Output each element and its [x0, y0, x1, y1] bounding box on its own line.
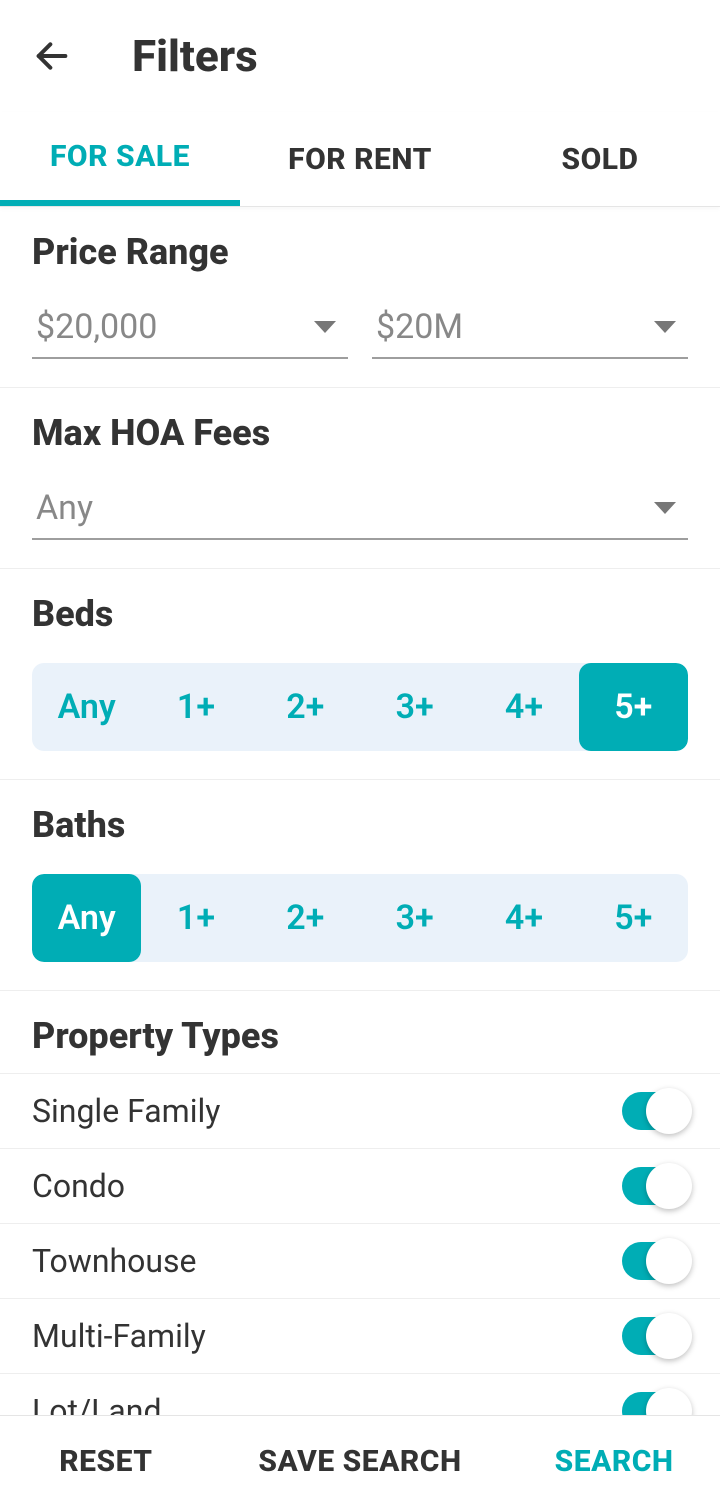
beds-label: Beds	[32, 593, 688, 635]
status-tabs: FOR SALEFOR RENTSOLD	[0, 112, 720, 207]
tab-for-rent[interactable]: FOR RENT	[240, 112, 480, 206]
beds-option-3plus[interactable]: 3+	[360, 663, 469, 751]
baths-option-2plus[interactable]: 2+	[251, 874, 360, 962]
baths-option-1plus[interactable]: 1+	[141, 874, 250, 962]
back-button[interactable]	[32, 24, 96, 88]
beds-option-1plus[interactable]: 1+	[141, 663, 250, 751]
price-min-select[interactable]: $20,000	[32, 301, 348, 359]
property-types-label: Property Types	[0, 1015, 720, 1057]
toggle-knob	[646, 1313, 692, 1359]
price-max-select[interactable]: $20M	[372, 301, 688, 359]
property-types-section: Property Types Single Family Condo Townhou…	[0, 991, 720, 1415]
beds-option-5plus[interactable]: 5+	[579, 663, 688, 751]
beds-option-2plus[interactable]: 2+	[251, 663, 360, 751]
property-type-row: Condo	[0, 1148, 720, 1223]
beds-section: Beds Any1+2+3+4+5+	[0, 569, 720, 780]
chevron-down-icon	[654, 321, 676, 333]
property-type-label: Townhouse	[32, 1242, 197, 1280]
action-bar: RESET SAVE SEARCH SEARCH	[0, 1415, 720, 1507]
property-type-toggle[interactable]	[622, 1392, 688, 1415]
chevron-down-icon	[314, 321, 336, 333]
save-search-button[interactable]: SAVE SEARCH	[212, 1416, 508, 1507]
price-max-value: $20M	[376, 307, 463, 347]
baths-option-3plus[interactable]: 3+	[360, 874, 469, 962]
price-range-label: Price Range	[32, 231, 688, 273]
baths-label: Baths	[32, 804, 688, 846]
property-type-row: Townhouse	[0, 1223, 720, 1298]
toggle-knob	[646, 1163, 692, 1209]
hoa-section: Max HOA Fees Any	[0, 388, 720, 569]
property-type-row: Single Family	[0, 1073, 720, 1148]
hoa-select[interactable]: Any	[32, 482, 688, 540]
property-type-label: Single Family	[32, 1092, 220, 1130]
beds-option-4plus[interactable]: 4+	[469, 663, 578, 751]
toggle-knob	[646, 1238, 692, 1284]
toggle-knob	[646, 1088, 692, 1134]
baths-section: Baths Any1+2+3+4+5+	[0, 780, 720, 991]
property-type-label: Condo	[32, 1167, 125, 1205]
baths-option-4plus[interactable]: 4+	[469, 874, 578, 962]
beds-segmented: Any1+2+3+4+5+	[32, 663, 688, 751]
price-min-value: $20,000	[36, 307, 157, 347]
property-type-toggle[interactable]	[622, 1167, 688, 1205]
chevron-down-icon	[654, 502, 676, 514]
search-button[interactable]: SEARCH	[508, 1416, 720, 1507]
property-type-label: Multi-Family	[32, 1317, 206, 1355]
property-type-toggle[interactable]	[622, 1092, 688, 1130]
property-type-toggle[interactable]	[622, 1317, 688, 1355]
property-type-toggle[interactable]	[622, 1242, 688, 1280]
baths-option-5plus[interactable]: 5+	[579, 874, 688, 962]
property-type-row: Multi-Family	[0, 1298, 720, 1373]
page-title: Filters	[132, 30, 258, 82]
hoa-value: Any	[36, 488, 93, 528]
reset-button[interactable]: RESET	[0, 1416, 212, 1507]
price-range-section: Price Range $20,000 $20M	[0, 207, 720, 388]
baths-segmented: Any1+2+3+4+5+	[32, 874, 688, 962]
tab-sold[interactable]: SOLD	[480, 112, 720, 206]
hoa-label: Max HOA Fees	[32, 412, 688, 454]
tab-for-sale[interactable]: FOR SALE	[0, 112, 240, 206]
baths-option-any[interactable]: Any	[32, 874, 141, 962]
toggle-knob	[646, 1388, 692, 1415]
beds-option-any[interactable]: Any	[32, 663, 141, 751]
arrow-left-icon	[32, 36, 72, 76]
property-type-label: Lot/Land	[32, 1392, 162, 1415]
property-type-row: Lot/Land	[0, 1373, 720, 1415]
